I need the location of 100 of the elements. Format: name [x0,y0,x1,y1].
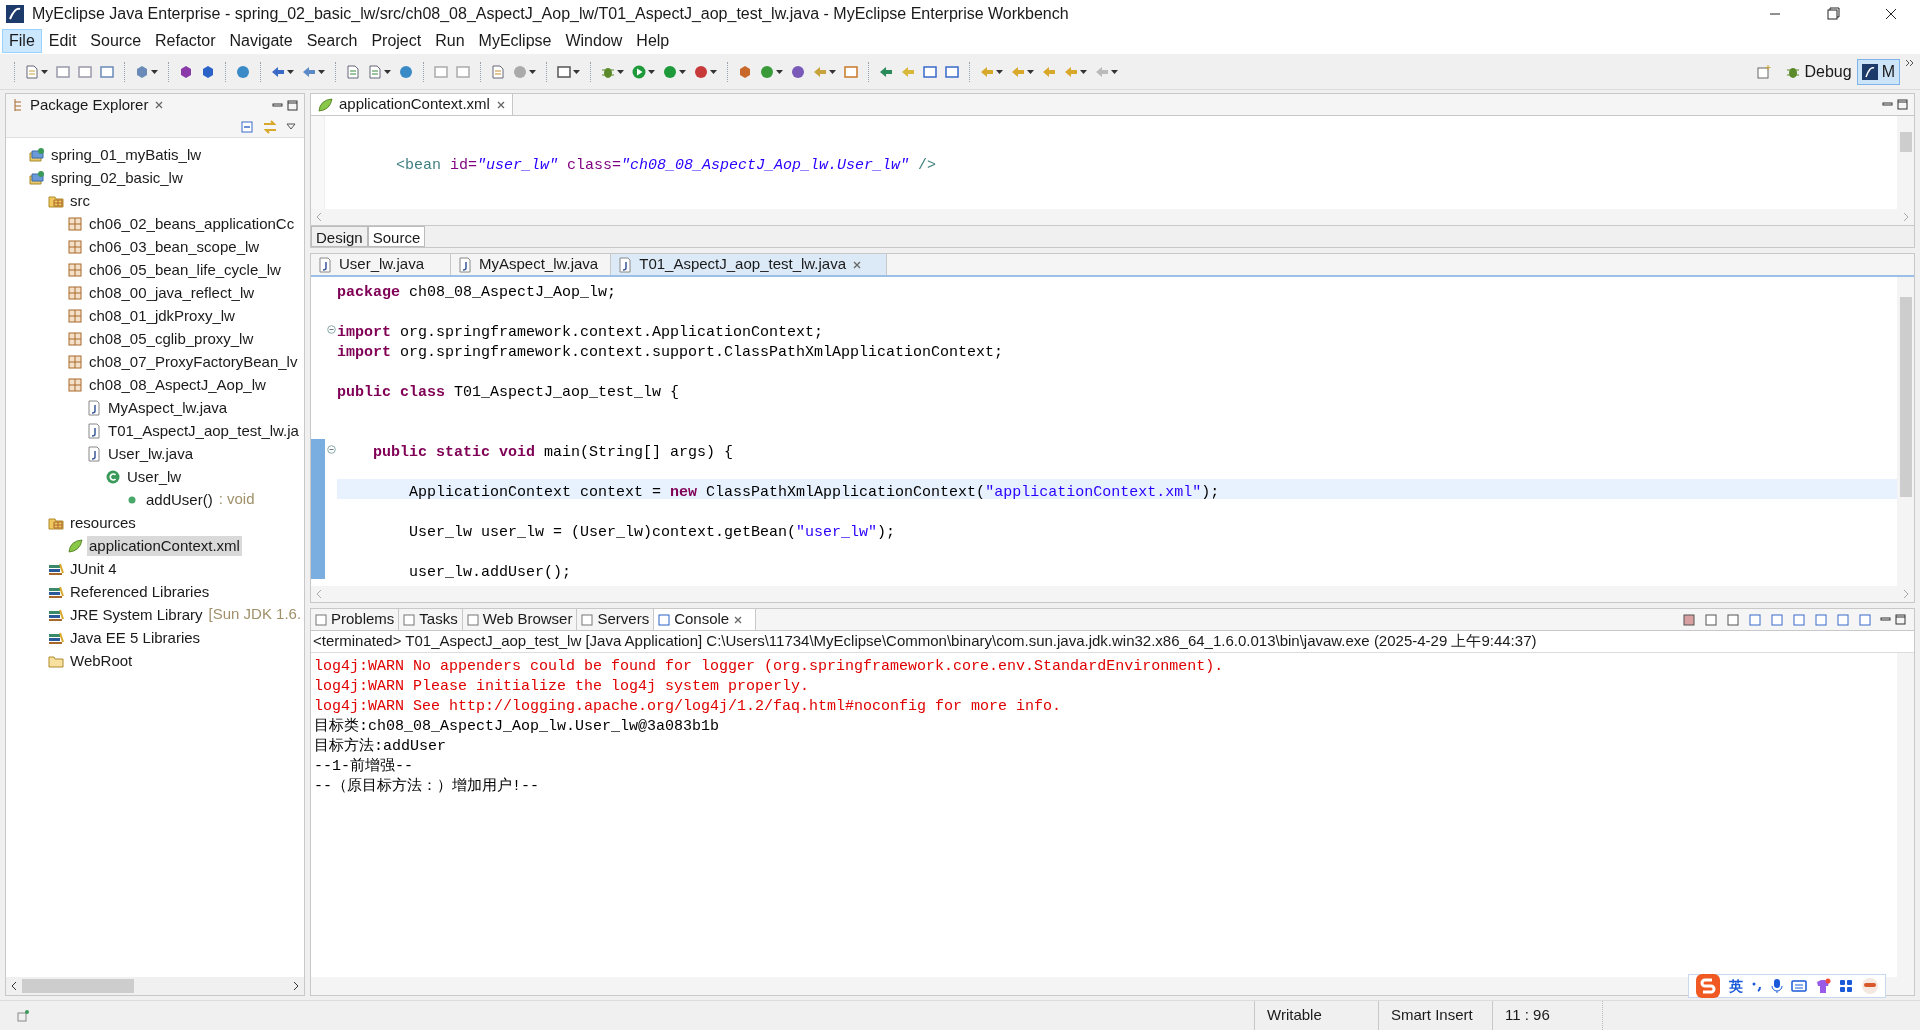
status-text: Writable [1267,1005,1322,1026]
console-line: log4j:WARN Please initialize the log4j system properly. [314,677,810,697]
tree-item[interactable]: ch08_08_AspectJ_Aop_lw [87,374,268,395]
scroll-left-icon[interactable] [10,981,18,991]
menu-item[interactable]: Source [83,29,149,53]
tab-icon [581,613,594,626]
scrollbar-thumb[interactable] [22,979,134,993]
keyboard-icon[interactable] [1791,980,1807,992]
tree-item[interactable]: spring_02_basic_lw [49,167,185,188]
close-icon[interactable] [852,259,863,270]
vertical-scrollbar[interactable] [1897,653,1914,977]
maximize-icon[interactable] [287,99,298,111]
view-menu-icon[interactable] [286,122,296,131]
editor-tab[interactable]: T01_AspectJ_aop_test_lw.java [611,254,888,275]
collapse-all-icon[interactable] [240,119,254,134]
tree-item[interactable]: src [68,190,92,211]
tree-item[interactable]: resources [68,512,138,533]
console-line: 目标方法:addUser [314,737,446,757]
vertical-scrollbar[interactable] [1897,277,1914,586]
menu-item[interactable]: Run [428,29,472,53]
fold-icon[interactable] [326,324,336,334]
console-line: log4j:WARN No appenders could be found for logger (org.springframework.core.env.StandardEnvironment). [314,657,1224,677]
play-icon[interactable] [631,63,647,80]
maximize-icon[interactable] [1897,99,1908,110]
editor-mode-tab[interactable]: Source [367,226,426,247]
tree-item[interactable]: spring_01_myBatis_lw [49,144,204,165]
menu-item[interactable]: Window [558,29,630,53]
tree-item[interactable]: addUser() [144,489,215,510]
ime-logo-icon[interactable] [1695,973,1721,999]
editor-mode-tab[interactable]: Design [311,226,368,247]
view-tab[interactable]: Tasks [399,609,463,630]
view-tab[interactable]: Console [654,609,757,630]
horizontal-scrollbar[interactable] [6,977,304,995]
tree-item[interactable]: WebRoot [68,650,135,671]
project-icon [29,169,45,186]
close-icon[interactable] [733,614,744,625]
status-icon [16,1008,30,1023]
menu-item[interactable]: Refactor [148,29,223,53]
perspective-button[interactable]: Debug [1779,58,1857,85]
java-file-icon [617,256,634,273]
shirt-icon[interactable] [1815,978,1831,994]
tree-item[interactable]: ch08_07_ProxyFactoryBean_lv [87,351,300,372]
window-title: MyEclipse Java Enterprise - spring_02_basic_lw/src/ch08_08_AspectJ_Aop_lw/T01_AspectJ_aop_test_lw.java - MyEclipse Enterprise Workbench [32,4,1070,24]
tree-item[interactable]: ch08_00_java_reflect_lw [87,282,257,303]
tree-item[interactable]: JUnit 4 [68,558,119,579]
tree-item[interactable]: User_lw.java [106,443,196,464]
tree-item[interactable]: ch08_05_cglib_proxy_lw [87,328,256,349]
menu-item[interactable]: Search [299,29,365,53]
code-line: public class T01_AspectJ_aop_test_lw { [337,383,680,403]
tree-item[interactable]: ch06_05_bean_life_cycle_lw [87,259,283,280]
editor-tab[interactable]: MyAspect_lw.java [451,254,612,275]
code-line: import org.springframework.context.support.ClassPathXmlApplicationContext; [337,343,1004,363]
java-file-icon [86,422,102,439]
tree-item[interactable]: ch06_03_bean_scope_lw [87,236,262,257]
view-tab[interactable]: Web Browser [462,609,578,630]
grid-icon[interactable] [1839,979,1853,993]
tree-item[interactable]: ch06_02_beans_applicationCc [87,213,297,234]
status-text: Smart Insert [1391,1005,1473,1026]
tree-item[interactable]: JRE System Library [68,604,205,625]
tree-item-detail: : void [218,489,255,510]
maximize-icon[interactable] [1895,614,1906,625]
menu-item[interactable]: Help [629,29,677,53]
view-tab[interactable]: Problems [311,609,400,630]
tree-item[interactable]: T01_AspectJ_aop_test_lw.ja [106,420,301,441]
code-line: <bean id="user_lw" class="ch08_08_AspectJ_Aop_lw.User_lw" /> [396,156,938,176]
leaf-icon [67,537,83,554]
tab-icon [315,613,327,626]
tree-item[interactable]: Referenced Libraries [68,581,212,602]
editor-tab[interactable]: User_lw.java [311,254,451,275]
tree-item[interactable]: ch08_01_jdkProxy_lw [87,305,237,326]
menu-item[interactable]: Edit [41,29,84,53]
status-text: 11 : 96 [1505,1005,1550,1026]
perspective-icon [1861,63,1878,80]
tab-icon [658,613,671,626]
hierarchy-icon [12,98,24,112]
leaf-icon [317,96,333,113]
menu-item[interactable]: Project [364,29,429,53]
cube-icon[interactable] [200,63,216,80]
vertical-scrollbar[interactable] [1897,116,1914,209]
open-perspective-icon[interactable] [1755,63,1772,80]
link-icon[interactable] [262,119,278,134]
tree-item[interactable]: MyAspect_lw.java [106,397,230,418]
tree-item[interactable]: applicationContext.xml [87,535,242,556]
menu-item[interactable]: Navigate [222,29,300,53]
tree-item[interactable]: Java EE 5 Libraries [68,627,203,648]
code-line: user_lw.addUser(); [408,563,572,583]
menu-item[interactable]: File [2,29,42,53]
close-icon[interactable] [154,100,165,110]
microphone-icon[interactable] [1771,978,1783,994]
close-icon[interactable] [495,99,506,110]
perspective-button[interactable]: M [1856,58,1900,85]
code-line: ApplicationContext context = new ClassPathXmlApplicationContext("applicationContext.xml"); [408,483,1220,503]
fold-icon[interactable] [326,444,336,454]
scroll-right-icon[interactable] [292,981,300,991]
project-icon [29,146,45,163]
menu-item[interactable]: MyEclipse [471,29,559,53]
tree-item[interactable]: User_lw [125,466,184,487]
cube-icon[interactable] [178,63,194,80]
tab-icon [466,613,479,626]
ime-language[interactable]: 英 [1729,975,1743,997]
